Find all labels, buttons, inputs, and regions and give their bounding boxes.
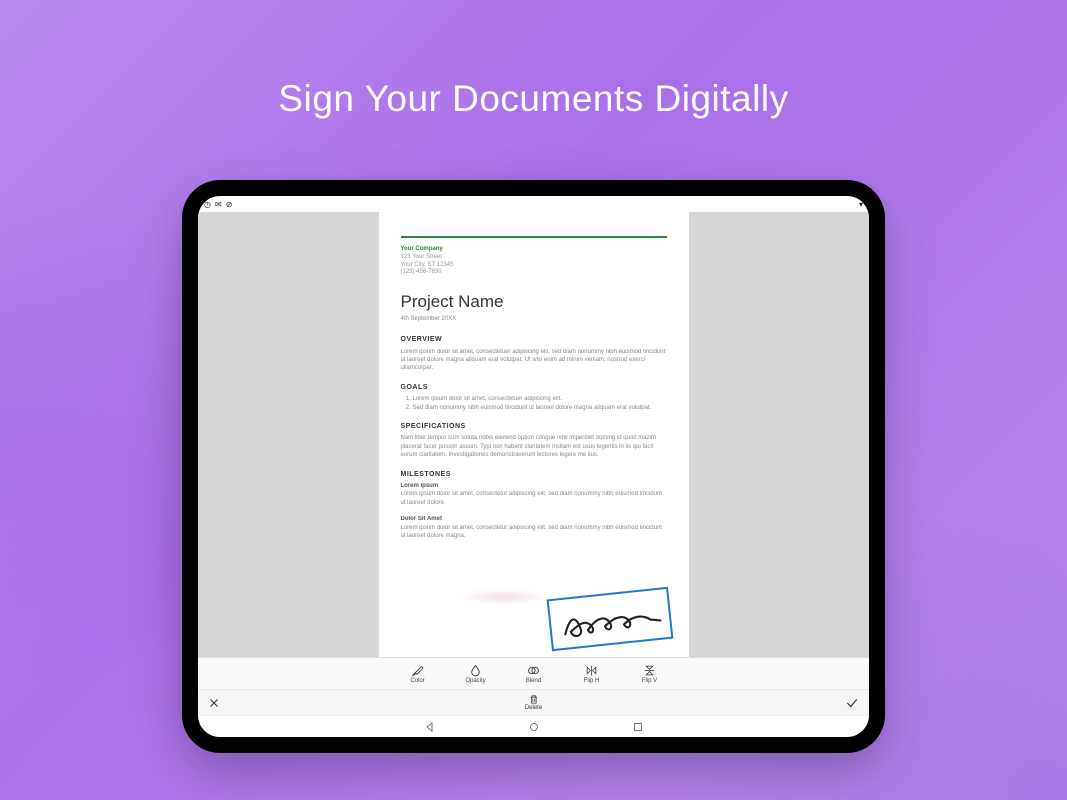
milestone-sub1-body: Lorem ipsum dolor sit amet, consectetur … [401,490,667,507]
color-label: Color [410,678,424,684]
tablet-screen: ◷ ✉ ⊘ ▾ Your Company 123 Your Street You… [198,196,869,737]
milestone-sub2-label: Dolor Sit Amet [401,515,667,523]
flip-h-label: Flip H [584,678,600,684]
status-bar: ◷ ✉ ⊘ ▾ [198,196,869,212]
color-button[interactable]: Color [403,664,433,684]
check-icon [845,696,859,710]
promo-headline: Sign Your Documents Digitally [0,78,1067,120]
company-name: Your Company [401,246,667,254]
confirm-button[interactable] [845,696,859,710]
delete-button[interactable]: Delete [525,694,542,711]
milestone-sub2-body: Lorem ipsum dolor sit amet, consectetur … [401,524,667,541]
specifications-body: Nam liber tempor cum soluta nobis eleife… [401,434,667,459]
circle-home-icon [528,721,540,733]
flip-vertical-icon [643,664,656,677]
document-date: 4th September 20XX [401,315,667,323]
nav-back-button[interactable] [423,720,437,734]
section-heading-goals: GOALS [401,383,667,392]
notification-icon: ⊘ [226,200,233,209]
page-header-rule [401,236,667,238]
android-nav-bar [198,715,869,737]
signature-toolbar: Color Opacity Blend Flip H [198,657,869,689]
mail-icon: ✉ [215,200,222,209]
opacity-button[interactable]: Opacity [461,664,491,684]
blend-button[interactable]: Blend [519,664,549,684]
flip-v-button[interactable]: Flip V [635,664,665,684]
section-heading-overview: OVERVIEW [401,335,667,344]
section-heading-specifications: SPECIFICATIONS [401,422,667,431]
company-phone: (123) 456-7890 [401,269,667,277]
delete-label: Delete [525,705,542,711]
document-page: Your Company 123 Your Street Your City, … [379,212,689,657]
blend-label: Blend [526,678,541,684]
goals-item-1: Lorem ipsum dolor sit amet, consectetuer… [413,395,667,403]
blend-icon [527,664,540,677]
clock-icon: ◷ [204,200,211,209]
trash-icon [528,694,539,705]
square-recents-icon [632,721,644,733]
flip-v-label: Flip V [642,678,657,684]
opacity-label: Opacity [465,678,485,684]
brush-icon [411,664,424,677]
company-street: 123 Your Street [401,254,667,262]
action-bar: Delete [198,689,869,715]
opacity-icon [469,664,482,677]
signature-icon [548,589,670,649]
company-city: Your City, ST 12345 [401,262,667,270]
company-block: Your Company 123 Your Street Your City, … [401,246,667,277]
overview-body: Lorem ipsum dolor sit amet, consectetuer… [401,348,667,373]
triangle-back-icon [424,721,436,733]
flip-h-button[interactable]: Flip H [577,664,607,684]
nav-recents-button[interactable] [631,720,645,734]
goals-item-2: Sed diam nonummy nibh euismod tincidunt … [413,404,667,412]
nav-home-button[interactable] [527,720,541,734]
document-viewport[interactable]: Your Company 123 Your Street Your City, … [198,212,869,657]
cancel-button[interactable] [208,697,220,709]
goals-list: Lorem ipsum dolor sit amet, consectetuer… [401,395,667,412]
document-title: Project Name [401,291,667,314]
milestone-sub1-label: Lorem Ipsum [401,482,667,490]
tablet-frame: ◷ ✉ ⊘ ▾ Your Company 123 Your Street You… [182,180,885,753]
flip-horizontal-icon [585,664,598,677]
wifi-icon: ▾ [859,200,863,209]
section-heading-milestones: MILESTONES [401,470,667,479]
close-icon [208,697,220,709]
